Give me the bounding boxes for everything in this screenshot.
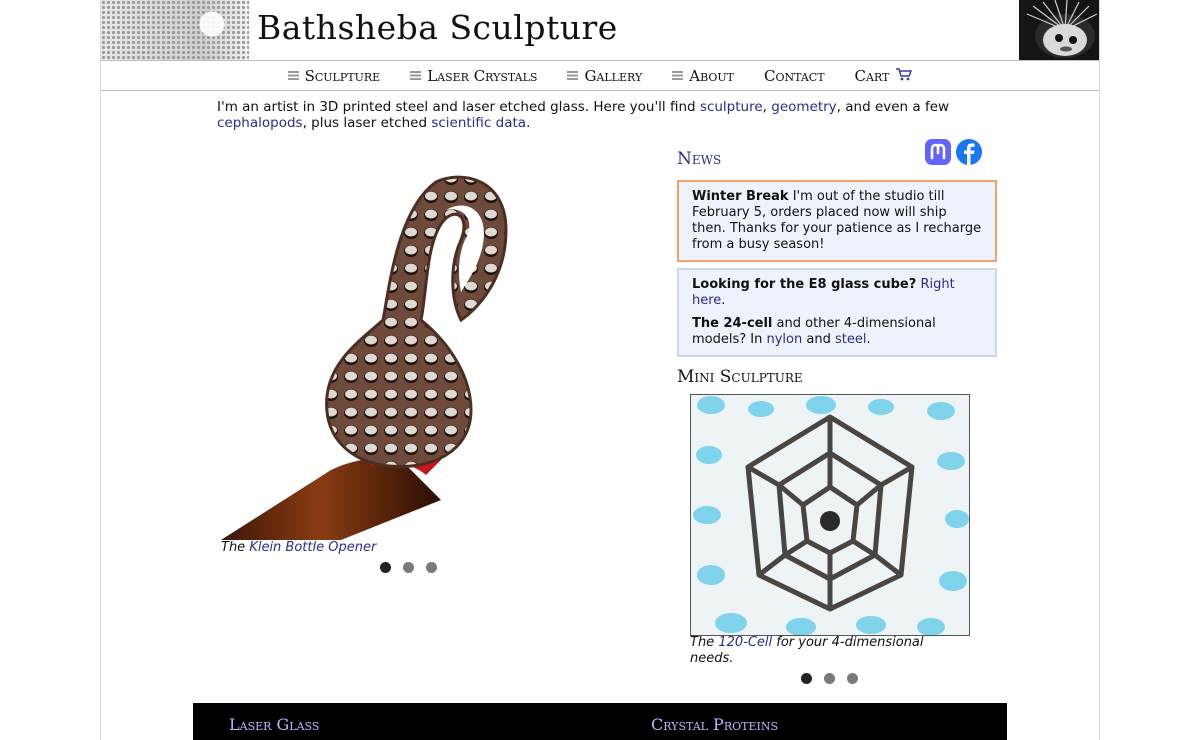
intro-text-part: , and even a few	[836, 99, 950, 115]
news-item-title: Winter Break	[692, 189, 789, 204]
nav-item-label: Laser Crystals	[427, 66, 538, 85]
news-item-title: Looking for the E8 glass cube?	[692, 277, 917, 292]
mini-sculpture-heading: Mini Sculpture	[677, 367, 803, 387]
intro-text-part: I'm an artist in 3D printed steel and la…	[217, 99, 700, 115]
menu-icon	[287, 71, 299, 80]
intro-text: I'm an artist in 3D printed steel and la…	[217, 99, 957, 131]
slide-dot[interactable]	[426, 562, 437, 573]
link-steel[interactable]: steel	[835, 332, 866, 347]
news-item-text: and	[802, 332, 835, 347]
nav-item-label: Sculpture	[304, 66, 381, 85]
link-geometry[interactable]: geometry	[771, 99, 836, 115]
nav-item-contact[interactable]: Contact	[764, 67, 825, 85]
news-item-winter-break: Winter Break I'm out of the studio till …	[677, 180, 997, 262]
menu-icon	[410, 71, 422, 80]
intro-text-part: , plus laser etched	[302, 115, 432, 131]
nav-item-sculpture[interactable]: Sculpture	[287, 66, 381, 85]
nav-item-gallery[interactable]: Gallery	[567, 67, 642, 85]
site-title[interactable]: Bathsheba Sculpture	[257, 8, 618, 47]
link-klein-bottle-opener[interactable]: Klein Bottle Opener	[249, 540, 376, 555]
news-item-text: .	[721, 293, 726, 308]
nav-item-label: Cart	[854, 66, 890, 85]
footer-link-crystal-proteins[interactable]: Crystal Proteins	[651, 715, 778, 734]
link-120-cell[interactable]: 120-Cell	[718, 635, 772, 650]
cart-icon	[895, 67, 913, 85]
news-item-text: .	[866, 332, 871, 347]
news-item-title: The 24-cell	[692, 316, 773, 331]
slide-dot[interactable]	[824, 673, 835, 684]
header-decoration-image	[101, 0, 249, 60]
intro-text-part: ,	[762, 99, 772, 115]
nav-item-label: About	[689, 66, 734, 85]
link-nylon[interactable]: nylon	[767, 332, 803, 347]
main-nav: Sculpture Laser Crystals Gallery About C…	[101, 60, 1099, 91]
mini-sculpture-caption: The 120-Cell for your 4-dimensional need…	[690, 635, 950, 667]
menu-icon	[567, 71, 579, 80]
menu-icon	[672, 71, 684, 80]
mini-sculpture-image-120-cell[interactable]	[690, 394, 970, 636]
header-sculpture-image[interactable]	[1019, 0, 1099, 60]
link-cephalopods[interactable]: cephalopods	[217, 115, 303, 131]
slide-dot[interactable]	[801, 673, 812, 684]
footer-link-laser-glass[interactable]: Laser Glass	[229, 715, 319, 734]
mini-slide-dots	[801, 673, 858, 684]
intro-text-part: .	[526, 115, 531, 131]
hero-slide-dots	[380, 562, 437, 573]
footer-section-bar: Laser Glass Crystal Proteins	[193, 703, 1007, 740]
nav-item-label: Contact	[763, 66, 825, 85]
nav-item-label: Gallery	[584, 66, 643, 85]
site-header: Bathsheba Sculpture	[101, 0, 1099, 60]
nav-item-about[interactable]: About	[672, 67, 734, 85]
news-heading: News	[677, 149, 722, 169]
hero-caption: The Klein Bottle Opener	[221, 540, 376, 555]
slide-dot[interactable]	[403, 562, 414, 573]
news-item-glass-cube: Looking for the E8 glass cube? Right her…	[677, 268, 997, 357]
hero-image-klein-bottle-opener[interactable]	[221, 170, 561, 540]
nav-item-cart[interactable]: Cart	[855, 67, 913, 85]
slide-dot[interactable]	[380, 562, 391, 573]
facebook-icon[interactable]	[956, 139, 982, 165]
nav-item-laser-crystals[interactable]: Laser Crystals	[410, 67, 537, 85]
page: Bathsheba Sculpture Sculpture Laser Crys…	[100, 0, 1100, 740]
link-scientific-data[interactable]: scientific data	[431, 115, 526, 131]
link-sculpture[interactable]: sculpture	[700, 99, 763, 115]
caption-prefix: The	[221, 540, 250, 555]
caption-prefix: The	[690, 635, 719, 650]
slide-dot[interactable]	[847, 673, 858, 684]
mastodon-icon[interactable]	[925, 139, 951, 165]
